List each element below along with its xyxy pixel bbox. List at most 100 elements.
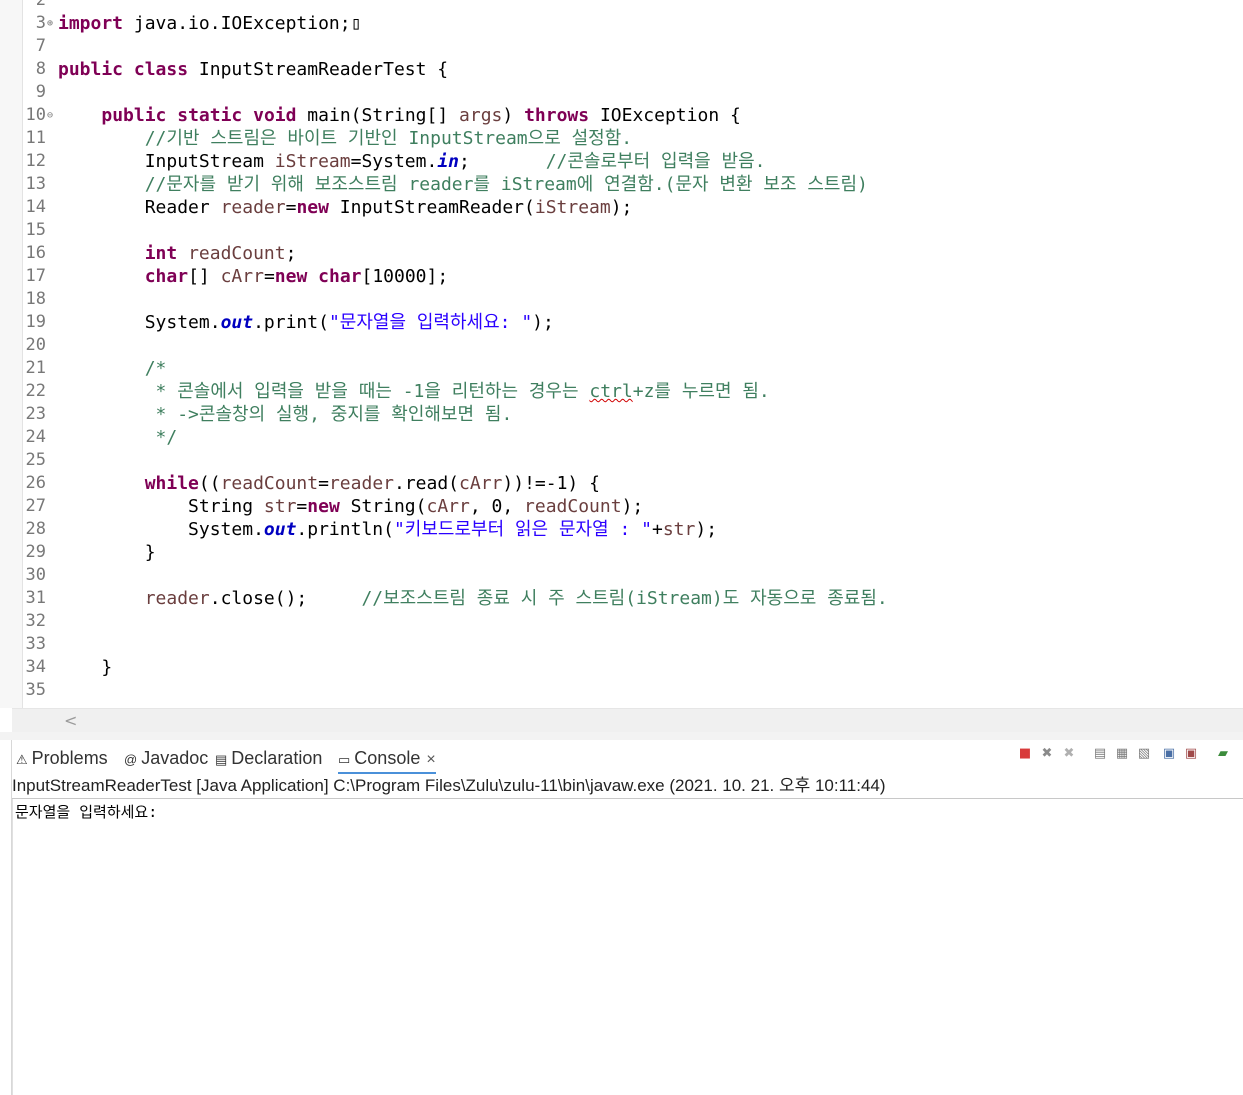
panel-separator[interactable] <box>0 732 1243 740</box>
code-token: out <box>263 519 297 540</box>
scroll-lock-icon[interactable]: ▦ <box>1113 745 1131 763</box>
code-line[interactable]: 35 <box>0 679 1243 702</box>
code-token: String <box>58 496 264 517</box>
code-line[interactable]: 8 public class InputStreamReaderTest { <box>0 58 1243 81</box>
code-line[interactable]: 14 Reader reader=new InputStreamReader(i… <box>0 196 1243 219</box>
code-token: class <box>133 59 189 80</box>
code-text: InputStream iStream=System.in; //콘솔로부터 입… <box>58 150 766 173</box>
code-token: readCount <box>524 496 622 517</box>
code-token: //기반 스트림은 바이트 기반인 InputStream으로 설정함. <box>144 128 633 149</box>
console-icon: ▭ <box>338 752 351 767</box>
remove-all-launches-icon[interactable]: ✖ <box>1060 745 1078 763</box>
code-line[interactable]: 15 <box>0 219 1243 242</box>
code-token: = <box>285 197 297 218</box>
tab-problems[interactable]: ⚠ Problems <box>16 744 108 772</box>
scroll-left-icon[interactable]: < <box>64 711 77 730</box>
collapse-fold-icon[interactable]: ⊖ <box>47 104 53 127</box>
expand-fold-icon[interactable]: ⊕ <box>47 12 53 35</box>
code-line[interactable]: 13 //문자를 받기 위해 보조스트림 reader를 iStream에 연결… <box>0 173 1243 196</box>
code-line[interactable]: 24 */ <box>0 426 1243 449</box>
show-console-stderr-icon[interactable]: ▣ <box>1182 745 1200 763</box>
tab-declaration[interactable]: ▤ Declaration <box>215 744 322 772</box>
tab-label: Problems <box>31 748 108 768</box>
code-token: reader <box>220 197 286 218</box>
code-token: =System. <box>350 151 438 172</box>
code-token: ); <box>532 312 554 333</box>
code-token: = <box>318 473 329 494</box>
code-line[interactable]: 21 /* <box>0 357 1243 380</box>
code-token: = <box>263 266 275 287</box>
code-line[interactable]: 28 System.out.println("키보드로부터 읽은 문자열 : "… <box>0 518 1243 541</box>
code-text: } <box>58 541 156 564</box>
code-line[interactable]: 19 System.out.print("문자열을 입력하세요: "); <box>0 311 1243 334</box>
line-number: 8 <box>35 59 46 79</box>
code-line[interactable]: 20 <box>0 334 1243 357</box>
code-line[interactable]: 10 ⊖ public static void main(String[] arg… <box>0 104 1243 127</box>
code-token: + <box>652 519 663 540</box>
code-line[interactable]: 29 } <box>0 541 1243 564</box>
tab-label: Javadoc <box>141 748 209 768</box>
code-line[interactable]: 25 <box>0 449 1243 472</box>
horizontal-scrollbar[interactable]: < <box>12 708 1243 733</box>
code-line[interactable]: 27 String str=new String(cArr, 0, readCo… <box>0 495 1243 518</box>
show-console-stdout-icon[interactable]: ▣ <box>1160 745 1178 763</box>
code-token: reader <box>328 473 394 494</box>
code-token: throws <box>524 105 590 126</box>
clear-console-icon[interactable]: ▤ <box>1091 745 1109 763</box>
terminate-icon[interactable]: ■ <box>1016 745 1034 763</box>
tab-console[interactable]: ▭ Console × <box>338 744 436 774</box>
remove-launch-icon[interactable]: ✖ <box>1038 745 1056 763</box>
line-number: 10 <box>25 105 46 125</box>
line-number: 17 <box>25 266 46 286</box>
code-text: public static void main(String[] args) t… <box>58 104 740 127</box>
code-token: in <box>437 151 459 172</box>
code-line[interactable]: 34 } <box>0 656 1243 679</box>
code-line[interactable]: 9 <box>0 81 1243 104</box>
pin-console-icon[interactable]: ▰ <box>1214 745 1232 763</box>
code-line[interactable]: 32 <box>0 610 1243 633</box>
code-token: */ <box>144 427 178 448</box>
code-line[interactable]: 22 * 콘솔에서 입력을 받을 때는 -1을 리턴하는 경우는 ctrl+z를… <box>0 380 1243 403</box>
code-token: out <box>220 312 254 333</box>
line-number: 22 <box>25 381 46 401</box>
code-line[interactable]: 33 <box>0 633 1243 656</box>
code-line[interactable]: 26 while((readCount=reader.read(cArr))!=… <box>0 472 1243 495</box>
code-line[interactable]: 16 int readCount; <box>0 242 1243 265</box>
code-line[interactable]: 12 InputStream iStream=System.in; //콘솔로부… <box>0 150 1243 173</box>
line-number: 16 <box>25 243 46 263</box>
line-number: 2 <box>35 0 46 10</box>
code-text: reader.close(); //보조스트림 종료 시 주 스트림(iStre… <box>58 587 888 610</box>
code-token: //문자를 받기 위해 보조스트림 reader를 iStream에 연결함.(… <box>144 174 868 195</box>
line-number: 30 <box>25 565 46 585</box>
line-number: 19 <box>25 312 46 332</box>
code-line[interactable]: 2 <box>0 0 1243 12</box>
code-line[interactable]: 3 ⊕ import java.io.IOException;▯ <box>0 12 1243 35</box>
console-launch-description: InputStreamReaderTest [Java Application]… <box>12 774 1243 799</box>
close-icon[interactable]: × <box>426 751 435 768</box>
code-line[interactable]: 17 char[] cArr=new char[10000]; <box>0 265 1243 288</box>
code-editor[interactable]: 2 3 ⊕ import java.io.IOException;▯ 7 8 public … <box>0 0 1243 708</box>
code-token: InputStreamReaderTest { <box>188 59 449 80</box>
code-token: while <box>144 473 199 494</box>
code-text: } <box>58 656 112 679</box>
code-line[interactable]: 23 * ->콘솔창의 실행, 중지를 확인해보면 됨. <box>0 403 1243 426</box>
code-text: */ <box>58 426 178 449</box>
code-line[interactable]: 7 <box>0 35 1243 58</box>
code-line[interactable]: 11 //기반 스트림은 바이트 기반인 InputStream으로 설정함. <box>0 127 1243 150</box>
code-token: ); <box>621 496 644 517</box>
code-line[interactable]: 30 <box>0 564 1243 587</box>
code-line[interactable]: 18 <box>0 288 1243 311</box>
code-line[interactable]: 31 reader.close(); //보조스트림 종료 시 주 스트림(iS… <box>0 587 1243 610</box>
line-number: 23 <box>25 404 46 424</box>
tab-javadoc[interactable]: @ Javadoc <box>124 744 208 772</box>
code-token: ctrl <box>589 381 633 402</box>
console-output-area[interactable]: 문자열을 입력하세요: <box>12 799 1243 1095</box>
word-wrap-icon[interactable]: ▧ <box>1135 745 1153 763</box>
